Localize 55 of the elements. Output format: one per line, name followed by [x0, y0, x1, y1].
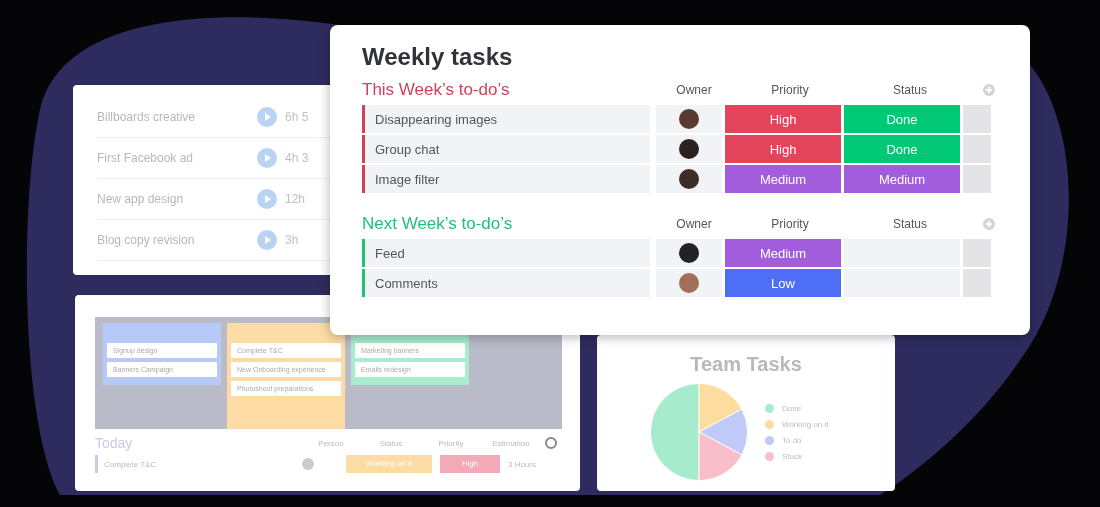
chart-title: Team Tasks — [689, 353, 803, 376]
task-name: New app design — [97, 192, 185, 206]
play-icon[interactable] — [257, 107, 277, 127]
time-spent: 4h 3 — [285, 151, 309, 165]
priority-label[interactable]: High — [725, 105, 841, 133]
priority-label[interactable]: Medium — [725, 165, 841, 193]
play-icon[interactable] — [257, 189, 277, 209]
task-name[interactable]: Feed — [362, 239, 650, 267]
avatar — [679, 139, 699, 159]
avatar — [679, 243, 699, 263]
add-column-icon[interactable] — [982, 83, 996, 97]
group-title: Next Week’s to-do’s — [362, 214, 514, 234]
avatar — [302, 458, 314, 470]
column-header: Status — [892, 83, 928, 97]
empty-cell — [963, 239, 991, 267]
column-header: Person — [317, 438, 345, 448]
time-spent: 3h — [285, 233, 299, 247]
status-label[interactable]: Done — [844, 135, 960, 163]
task-name[interactable]: Disappearing images — [362, 105, 650, 133]
status-label[interactable]: Done — [844, 105, 960, 133]
avatar — [679, 169, 699, 189]
board-title: Weekly tasks — [362, 43, 514, 71]
empty-cell — [963, 105, 991, 133]
avatar — [679, 273, 699, 293]
play-icon[interactable] — [257, 148, 277, 168]
task-name: Blog copy revision — [97, 233, 196, 247]
task-name: Complete T&C — [103, 459, 158, 469]
column-header: Status — [378, 438, 404, 448]
group-title: This Week’s to-do’s — [362, 80, 511, 100]
column-header: Estimation — [491, 438, 531, 448]
task-name[interactable]: Comments — [362, 269, 650, 297]
time-spent: 6h 5 — [285, 110, 309, 124]
play-icon[interactable] — [257, 230, 277, 250]
empty-cell — [963, 165, 991, 193]
task-name: Billboards creative — [97, 110, 197, 124]
priority-label[interactable]: High — [725, 135, 841, 163]
add-column-icon[interactable] — [545, 437, 557, 449]
status-label[interactable]: Medium — [844, 165, 960, 193]
time-spent: 12h — [285, 192, 306, 206]
priority-label[interactable]: Low — [725, 269, 841, 297]
add-column-icon[interactable] — [982, 217, 996, 231]
empty-cell — [963, 269, 991, 297]
column-header: Owner — [675, 217, 713, 231]
empty-cell — [963, 135, 991, 163]
column-header: Status — [892, 217, 928, 231]
column-header: Priority — [770, 217, 810, 231]
task-name[interactable]: Group chat — [362, 135, 650, 163]
column-header: Priority — [770, 83, 810, 97]
legend-label: Stuck — [782, 451, 802, 461]
task-name: First Facebook ad — [97, 151, 195, 165]
priority-label[interactable]: Medium — [725, 239, 841, 267]
task-name[interactable]: Image filter — [362, 165, 650, 193]
column-header: Owner — [675, 83, 713, 97]
avatar — [679, 109, 699, 129]
column-header: Priority — [437, 438, 465, 448]
